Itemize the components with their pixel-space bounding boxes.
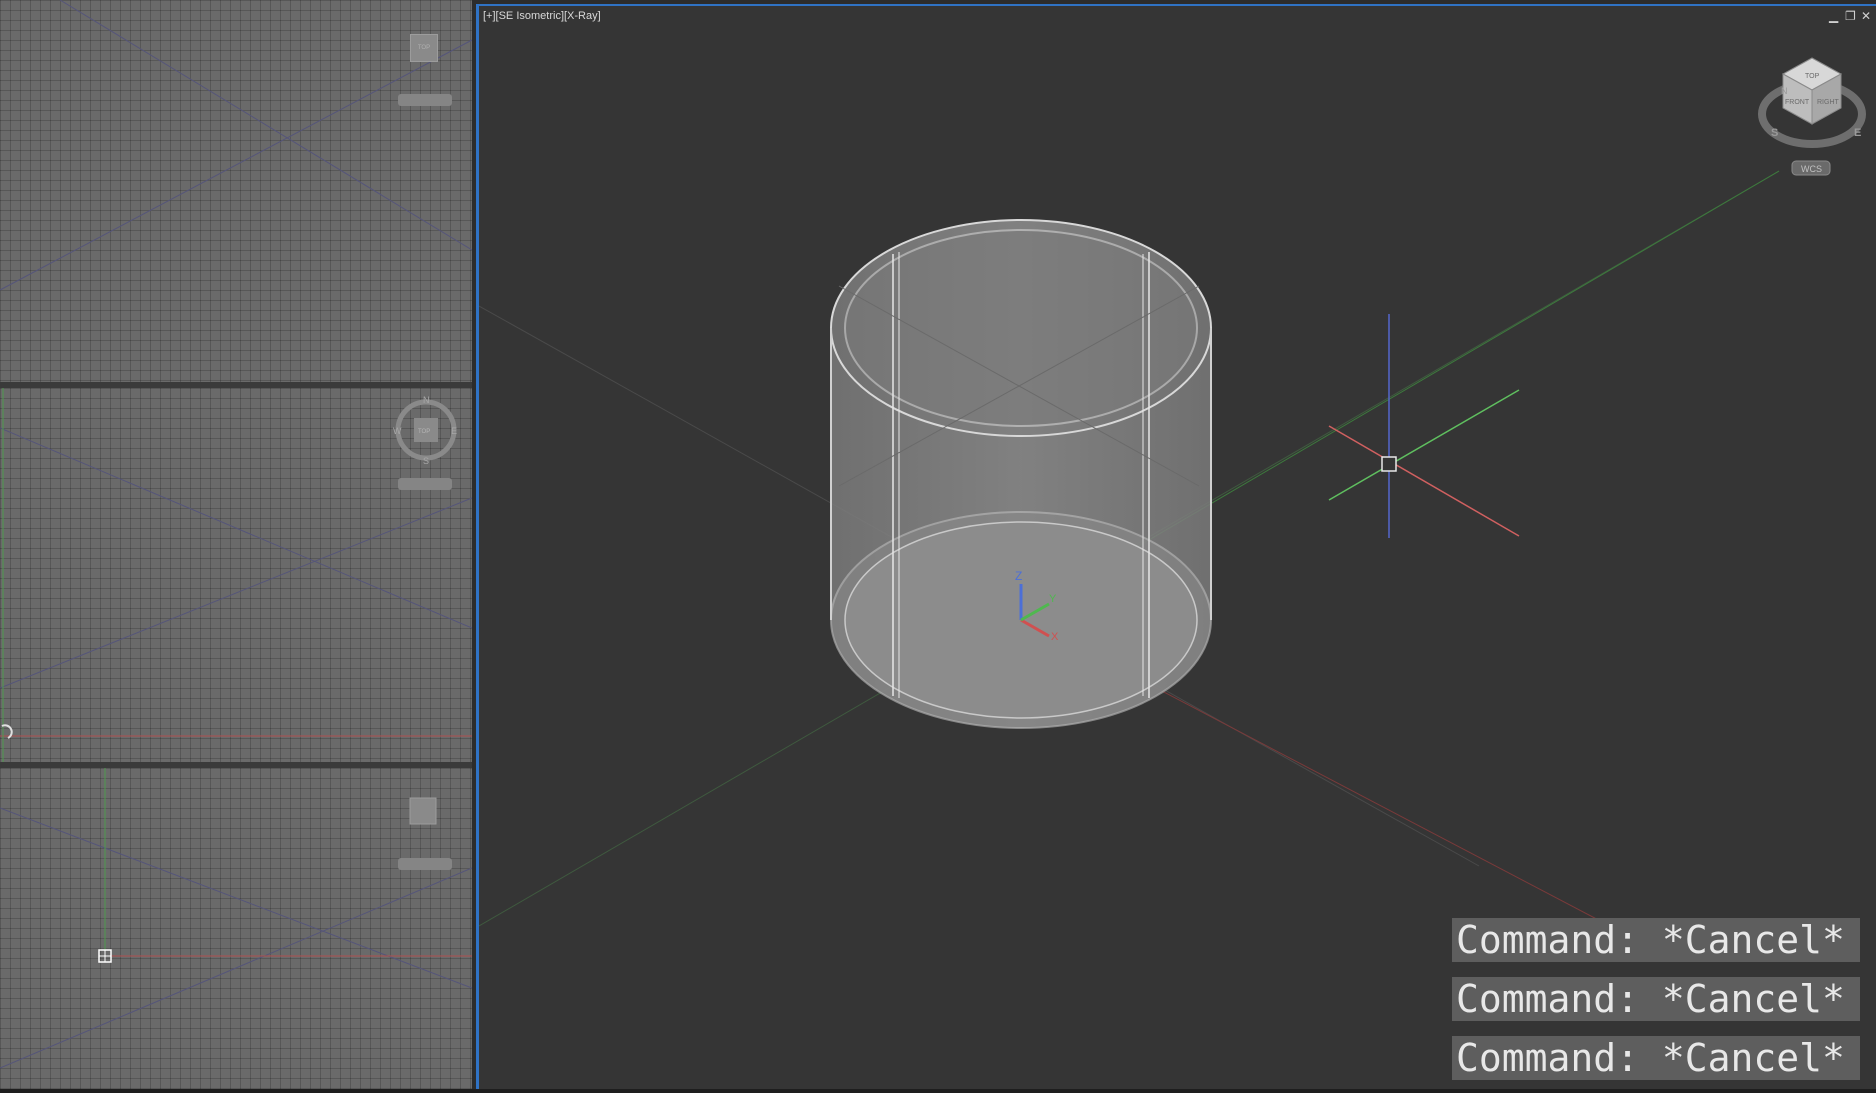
viewcube[interactable]: TOP FRONT RIGHT S E N WCS — [1758, 57, 1866, 176]
ucs-x-label: X — [1051, 631, 1059, 643]
cylinder-solid[interactable] — [830, 219, 1212, 729]
compass-n-label: N — [423, 395, 430, 405]
command-history-line: Command: *Cancel* — [1452, 977, 1860, 1021]
viewcube-front-label: FRONT — [1785, 99, 1810, 106]
compass-center-label: TOP — [418, 429, 430, 435]
viewport-bottom-lines — [0, 768, 472, 1069]
compass-s-main: S — [1771, 127, 1778, 139]
compass-n-main: N — [1781, 86, 1788, 96]
command-history-line: Command: *Cancel* — [1452, 1036, 1860, 1080]
ucs-z-label: Z — [1015, 569, 1022, 583]
wcs-label: WCS — [1801, 164, 1822, 174]
viewcube-right-label: RIGHT — [1817, 99, 1840, 106]
viewcube-top-label: TOP — [1805, 73, 1820, 80]
viewport-bottom[interactable] — [0, 768, 472, 1089]
crosshair-cursor — [1328, 314, 1520, 538]
compass-e-main: E — [1854, 127, 1861, 139]
compass-e-label: E — [451, 426, 457, 436]
compass-w-label: W — [393, 426, 402, 436]
viewport-top-lines — [0, 0, 472, 291]
viewport-top[interactable]: TOP — [0, 0, 472, 382]
wcs-tag-mini[interactable] — [398, 94, 452, 106]
compass-s-label: S — [423, 456, 429, 466]
viewport-middle[interactable]: N S E W TOP — [0, 388, 472, 762]
viewcube-mini[interactable]: TOP — [410, 34, 438, 62]
ucs-y-label: Y — [1049, 593, 1057, 605]
command-history-line: Command: *Cancel* — [1452, 918, 1860, 962]
viewport-middle-lines: N S E W TOP — [0, 388, 472, 762]
status-strip — [0, 1089, 1876, 1093]
